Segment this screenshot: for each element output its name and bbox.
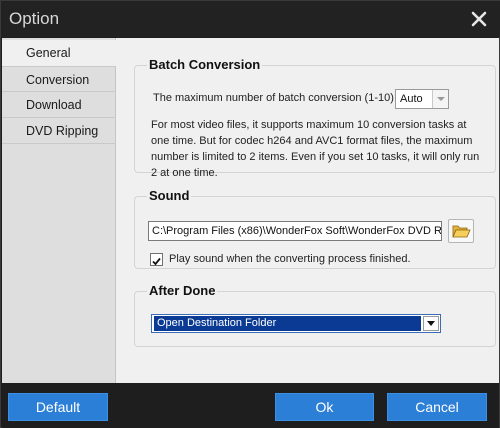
after-done-group: After Done Open Destination Folder — [134, 283, 496, 347]
sidebar-item-dvd-ripping[interactable]: DVD Ripping — [2, 118, 116, 144]
cancel-button[interactable]: Cancel — [387, 393, 487, 421]
close-icon — [471, 11, 487, 27]
sidebar-item-general[interactable]: General — [2, 40, 117, 66]
folder-open-icon — [452, 225, 471, 238]
title-bar: Option — [1, 1, 500, 37]
sidebar: General Conversion Download DVD Ripping — [2, 38, 117, 383]
chevron-down-icon — [432, 90, 448, 108]
after-done-value: Open Destination Folder — [154, 316, 421, 331]
after-done-select[interactable]: Open Destination Folder — [151, 314, 441, 333]
max-batch-label: The maximum number of batch conversion (… — [153, 92, 400, 104]
checkmark-icon — [152, 257, 161, 266]
batch-conversion-group: Batch Conversion The maximum number of b… — [134, 57, 496, 179]
after-done-title: After Done — [147, 283, 218, 298]
max-batch-select[interactable]: Auto — [395, 89, 449, 109]
settings-panel: Batch Conversion The maximum number of b… — [116, 38, 499, 383]
dialog-footer: Default Ok Cancel — [2, 383, 499, 428]
batch-conversion-title: Batch Conversion — [147, 57, 263, 72]
dialog-body: General Conversion Download DVD Ripping … — [2, 38, 499, 383]
window-title: Option — [9, 9, 60, 28]
chevron-down-icon — [423, 316, 439, 331]
ok-button[interactable]: Ok — [275, 393, 374, 421]
default-button[interactable]: Default — [8, 393, 108, 421]
sound-path-field[interactable]: C:\Program Files (x86)\WonderFox Soft\Wo… — [148, 221, 442, 241]
max-batch-value: Auto — [400, 93, 423, 105]
sidebar-item-conversion[interactable]: Conversion — [2, 66, 116, 92]
batch-description: For most video files, it supports maximu… — [151, 119, 480, 179]
close-button[interactable] — [469, 9, 489, 29]
sound-path-value: C:\Program Files (x86)\WonderFox Soft\Wo… — [152, 225, 442, 237]
browse-sound-button[interactable] — [448, 219, 474, 243]
sidebar-item-download[interactable]: Download — [2, 92, 116, 118]
sound-title: Sound — [147, 188, 192, 203]
option-dialog: Option General Conversion Download DVD R… — [0, 0, 500, 428]
play-sound-checkbox[interactable] — [150, 253, 163, 266]
play-sound-label: Play sound when the converting process f… — [169, 253, 411, 265]
sound-group: Sound C:\Program Files (x86)\WonderFox S… — [134, 188, 496, 269]
